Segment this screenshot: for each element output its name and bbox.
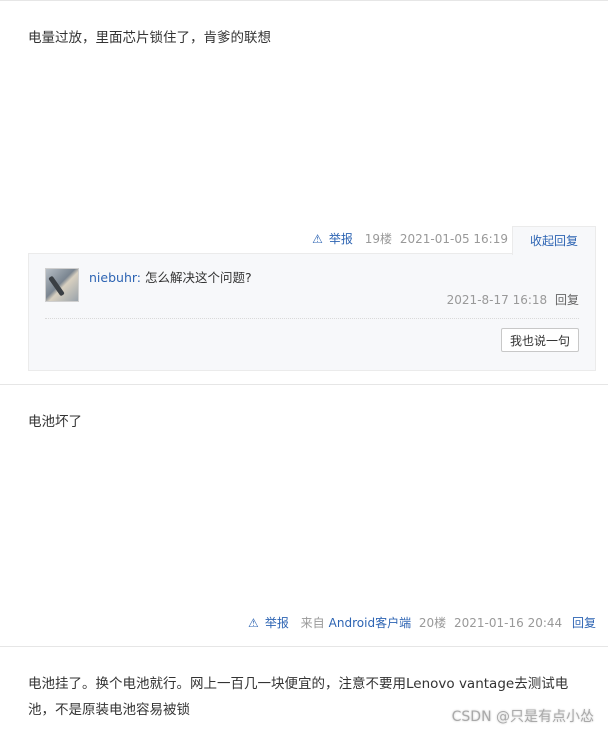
- report-link[interactable]: ⚠ 举报: [248, 616, 289, 630]
- page: 电量过放，里面芯片锁住了，肯爹的联想 ⚠ 举报 19楼 2021-01-05 16…: [0, 0, 608, 738]
- reply-link[interactable]: 回复: [572, 616, 596, 630]
- report-link[interactable]: ⚠ 举报: [312, 232, 353, 246]
- post-floor-20: 电池坏了 ⚠ 举报 来自 Android客户端 20楼 2021-01-16 20:…: [0, 384, 608, 647]
- post-meta: ⚠ 举报 19楼 2021-01-05 16:19: [312, 227, 508, 251]
- post-time: 2021-01-05 16:19: [399, 232, 508, 246]
- sub-reply-text: 怎么解决这个问题?: [144, 270, 252, 285]
- report-label: 举报: [264, 616, 289, 630]
- source-info: 来自 Android客户端: [301, 616, 411, 630]
- sub-reply-time: 2021-8-17 16:18: [446, 293, 548, 307]
- sub-reply-reply-link[interactable]: 回复: [555, 293, 579, 307]
- sub-reply-line: niebuhr: 怎么解决这个问题?: [89, 268, 252, 288]
- source-client-link[interactable]: Android客户端: [329, 616, 411, 630]
- sub-replies-panel: niebuhr: 怎么解决这个问题? 2021-8-17 16:18 回复 我也…: [28, 253, 596, 371]
- source-prefix: 来自: [300, 616, 325, 630]
- post-content: 电池坏了: [28, 414, 82, 430]
- floor-number: 20楼: [418, 616, 447, 630]
- user-avatar[interactable]: [45, 268, 79, 302]
- divider: [45, 318, 579, 319]
- warning-triangle-icon: ⚠: [248, 616, 259, 630]
- sub-reply-username[interactable]: niebuhr:: [89, 270, 141, 285]
- warning-triangle-icon: ⚠: [312, 232, 323, 246]
- post-content: 电量过放，里面芯片锁住了，肯爹的联想: [28, 30, 271, 46]
- add-comment-button[interactable]: 我也说一句: [500, 328, 579, 352]
- post-time: 2021-01-16 20:44: [454, 616, 563, 630]
- watermark: CSDN @只是有点小怂: [451, 709, 594, 725]
- post-floor-19: 电量过放，里面芯片锁住了，肯爹的联想 ⚠ 举报 19楼 2021-01-05 16…: [0, 0, 608, 385]
- floor-number: 19楼: [364, 232, 393, 246]
- post-meta: ⚠ 举报 来自 Android客户端 20楼 2021-01-16 20:44 回复: [248, 611, 596, 635]
- sub-reply-meta: 2021-8-17 16:18 回复: [447, 290, 579, 310]
- report-label: 举报: [328, 232, 353, 246]
- collapse-replies-button[interactable]: 收起回复: [512, 226, 596, 255]
